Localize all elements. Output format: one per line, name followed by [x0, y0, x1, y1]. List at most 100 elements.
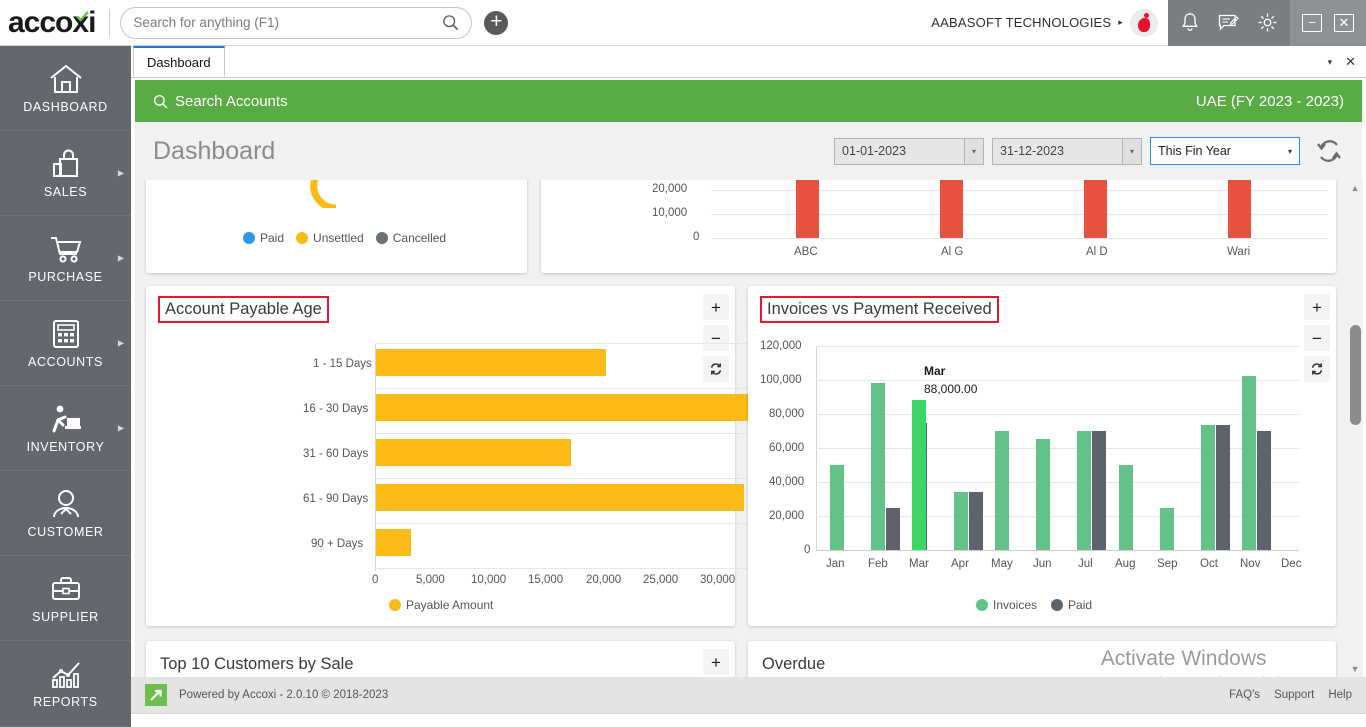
bar-invoices-oct[interactable] — [1201, 425, 1215, 550]
refresh-button[interactable] — [703, 356, 729, 382]
card-top-customers-by-sale: Top 10 Customers by Sale + — [146, 641, 735, 680]
refresh-button[interactable] — [1304, 356, 1330, 382]
close-button[interactable]: ✕ — [1334, 14, 1354, 32]
sidebar-item-customer[interactable]: CUSTOMER — [0, 471, 131, 556]
date-to-value: 31-12-2023 — [1000, 144, 1064, 158]
date-from-field[interactable]: 01-01-2023 ▾ — [834, 138, 984, 165]
x-tick-label: 25,000 — [643, 574, 678, 586]
vertical-scrollbar[interactable]: ▲ ▼ — [1347, 180, 1363, 677]
x-tick-label: Sep — [1157, 558, 1177, 570]
legend-swatch — [376, 232, 388, 244]
legend-item-paid[interactable]: Paid — [243, 231, 284, 245]
bar-invoices-may[interactable] — [995, 431, 1009, 550]
expand-button[interactable]: + — [703, 649, 729, 675]
sidebar-item-accounts[interactable]: ACCOUNTS ▶ — [0, 301, 131, 386]
sidebar-item-inventory[interactable]: INVENTORY ▶ — [0, 386, 131, 471]
bar-wari[interactable] — [1228, 180, 1251, 238]
collapse-button[interactable]: − — [1304, 325, 1330, 351]
gridline — [816, 346, 1299, 347]
message-icon[interactable] — [1218, 13, 1239, 32]
payable-legend[interactable]: Payable Amount — [389, 598, 493, 612]
chevron-down-icon[interactable]: ▾ — [964, 139, 983, 164]
bar-abc[interactable] — [796, 180, 819, 238]
footer-link-faqs[interactable]: FAQ's — [1229, 689, 1260, 701]
minimize-button[interactable]: − — [1302, 14, 1322, 32]
scroll-down-arrow[interactable]: ▼ — [1347, 661, 1363, 677]
bar-paid-feb[interactable] — [886, 508, 900, 550]
company-name: AABASOFT TECHNOLOGIES — [931, 15, 1111, 30]
bar-chart-icon — [49, 658, 83, 690]
bar-invoices-feb[interactable] — [871, 383, 885, 550]
chevron-down-icon[interactable]: ▾ — [1122, 139, 1141, 164]
invoices-legend: Invoices Paid — [976, 598, 1092, 612]
legend-item-unsettled[interactable]: Unsettled — [296, 231, 364, 245]
company-selector[interactable]: AABASOFT TECHNOLOGIES ▸ — [931, 9, 1168, 37]
x-tick-label: 10,000 — [471, 574, 506, 586]
bar-61-90-days[interactable] — [376, 484, 744, 511]
tab-dashboard[interactable]: Dashboard — [133, 46, 225, 77]
x-tick-label: Apr — [951, 558, 969, 570]
y-tick-label: 61 - 90 Days — [303, 493, 368, 505]
search-input[interactable] — [133, 15, 442, 30]
global-search-box[interactable] — [120, 7, 472, 39]
bar-invoices-sep[interactable] — [1160, 508, 1174, 550]
footer-links: FAQ's Support Help — [1229, 689, 1352, 701]
bar-paid-jul[interactable] — [1092, 431, 1106, 550]
expand-button[interactable]: + — [703, 294, 729, 320]
chart-annotation-mar: Mar 88,000.00 — [924, 364, 977, 396]
logo-check-icon — [76, 11, 89, 21]
bar-invoices-nov[interactable] — [1242, 376, 1256, 550]
scrollbar-thumb[interactable] — [1350, 325, 1361, 425]
search-accounts-button[interactable]: Search Accounts — [153, 93, 288, 110]
avatar[interactable] — [1130, 9, 1158, 37]
sidebar-item-purchase[interactable]: PURCHASE ▶ — [0, 216, 131, 301]
search-icon[interactable] — [442, 14, 459, 31]
period-select[interactable]: This Fin Year ▾ — [1150, 137, 1300, 165]
legend-item-cancelled[interactable]: Cancelled — [376, 231, 446, 245]
bar-invoices-apr[interactable] — [954, 492, 968, 550]
footer-link-support[interactable]: Support — [1274, 689, 1314, 701]
x-tick-label: ABC — [794, 246, 818, 258]
bar-paid-nov[interactable] — [1257, 431, 1271, 550]
scroll-up-arrow[interactable]: ▲ — [1347, 180, 1363, 196]
gear-icon[interactable] — [1257, 12, 1278, 33]
chevron-right-icon: ▸ — [1118, 17, 1123, 28]
y-tick-label: 20,000 — [769, 510, 804, 522]
bar-paid-oct[interactable] — [1216, 425, 1230, 550]
card-account-payable-age: Account Payable Age + − 1 - 15 Days 16 -… — [146, 286, 735, 626]
dashboard-content: Paid Unsettled Cancelled 20,000 10,000 0… — [135, 180, 1347, 680]
bar-invoices-aug[interactable] — [1119, 465, 1133, 550]
bar-31-60-days[interactable] — [376, 439, 571, 466]
sidebar-item-supplier[interactable]: SUPPLIER — [0, 556, 131, 641]
bell-icon[interactable] — [1180, 12, 1200, 33]
pie-legend: Paid Unsettled Cancelled — [243, 231, 446, 245]
bar-invoices-mar[interactable] — [912, 400, 926, 550]
refresh-icon[interactable] — [1314, 136, 1344, 166]
sidebar-item-sales[interactable]: SALES ▶ — [0, 131, 131, 216]
sidebar-item-dashboard[interactable]: DASHBOARD — [0, 46, 131, 131]
bar-invoices-jun[interactable] — [1036, 439, 1050, 550]
bar-ald[interactable] — [1084, 180, 1107, 238]
chevron-down-icon[interactable]: ▾ — [1288, 147, 1292, 156]
bar-invoices-jan[interactable] — [830, 465, 844, 550]
bar-invoices-jul[interactable] — [1077, 431, 1091, 550]
bar-90-plus-days[interactable] — [376, 529, 411, 556]
accoxi-logo: accoxi — [0, 8, 109, 38]
collapse-button[interactable]: − — [703, 325, 729, 351]
y-tick-label: 90 + Days — [311, 538, 363, 550]
tab-close-icon[interactable]: ✕ — [1345, 54, 1356, 70]
legend-item-invoices[interactable]: Invoices — [976, 598, 1037, 612]
legend-label: Cancelled — [393, 231, 446, 245]
add-new-button[interactable]: + — [484, 11, 508, 35]
expand-button[interactable]: + — [1304, 294, 1330, 320]
bar-paid-apr[interactable] — [969, 492, 983, 550]
legend-item-paid[interactable]: Paid — [1051, 598, 1092, 612]
sidebar-item-reports[interactable]: REPORTS — [0, 641, 131, 726]
bar-alg[interactable] — [940, 180, 963, 238]
bar-1-15-days[interactable] — [376, 349, 606, 376]
tab-list-dropdown-icon[interactable]: ▾ — [1328, 57, 1333, 68]
footer-link-help[interactable]: Help — [1328, 689, 1352, 701]
date-to-field[interactable]: 31-12-2023 ▾ — [992, 138, 1142, 165]
y-tick-label: 0 — [804, 544, 810, 556]
x-tick-label: Oct — [1200, 558, 1218, 570]
